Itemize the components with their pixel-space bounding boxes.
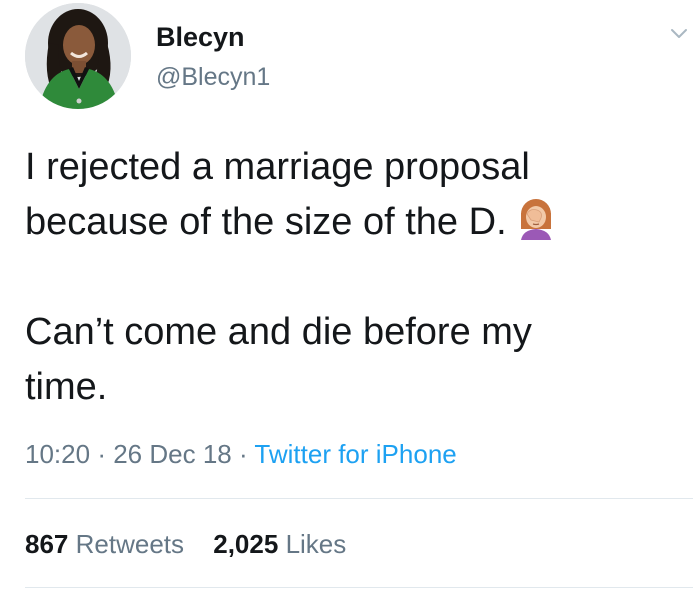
tweet-line: Can’t come and die before my: [25, 311, 532, 353]
display-name[interactable]: Blecyn: [156, 21, 245, 53]
tweet-stats: 867 Retweets 2,025 Likes: [25, 527, 368, 561]
meta-separator: ·: [97, 439, 106, 469]
likes-stat[interactable]: 2,025 Likes: [213, 527, 346, 561]
retweets-stat[interactable]: 867 Retweets: [25, 527, 184, 561]
user-handle[interactable]: @Blecyn1: [156, 62, 270, 92]
tweet-source-link[interactable]: Twitter for iPhone: [254, 439, 456, 469]
likes-count: 2,025: [213, 529, 279, 559]
chevron-down-icon[interactable]: [668, 22, 690, 44]
tweet-line: I rejected a marriage proposal: [25, 146, 530, 188]
likes-label: Likes: [285, 529, 347, 559]
avatar[interactable]: [25, 3, 131, 109]
tweet-text: I rejected a marriage proposal because o…: [25, 140, 675, 415]
tweet-line-with-emoji: because of the size of the D.: [25, 195, 675, 250]
avatar-image: [25, 3, 131, 109]
meta-separator: ·: [238, 439, 248, 469]
face-palm-woman-icon: [517, 198, 555, 240]
tweet-metadata: 10:20 · 26 Dec 18 · Twitter for iPhone: [25, 437, 457, 471]
tweet-line: time.: [25, 366, 108, 408]
tweet-line: because of the size of the D.: [25, 201, 507, 243]
tweet-time[interactable]: 10:20: [25, 439, 90, 469]
retweets-label: Retweets: [75, 529, 185, 559]
retweets-count: 867: [25, 529, 69, 559]
divider: [25, 498, 693, 499]
tweet-date[interactable]: 26 Dec 18: [113, 439, 232, 469]
divider: [25, 587, 693, 588]
